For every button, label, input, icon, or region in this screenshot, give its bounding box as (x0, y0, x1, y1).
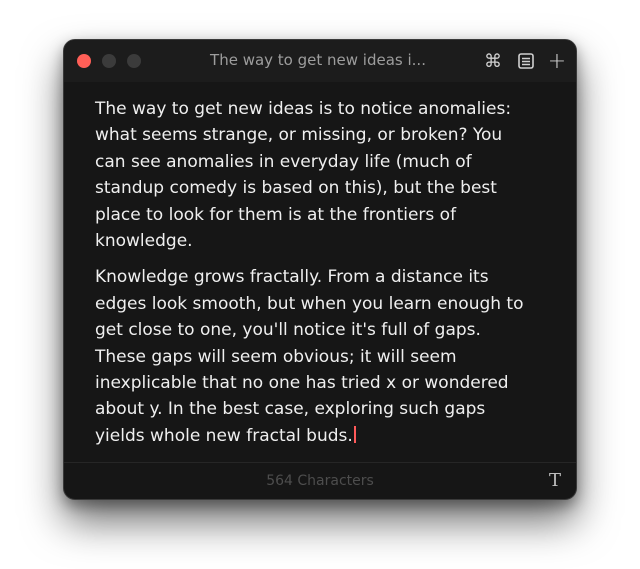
document-list-icon (518, 53, 534, 69)
text-cursor (353, 425, 356, 443)
status-bar: 564 Characters T (64, 462, 576, 499)
paragraph: Knowledge grows fractally. From a distan… (95, 264, 535, 449)
command-icon[interactable]: ⌘ (482, 50, 504, 72)
paragraph: The way to get new ideas is to notice an… (95, 99, 512, 252)
close-window-button[interactable] (77, 54, 91, 68)
minimize-window-button[interactable] (102, 54, 116, 68)
plus-icon[interactable]: + (546, 49, 568, 74)
app-window: The way to get new ideas i... ⌘ + The wa… (63, 39, 577, 500)
editor-text-area[interactable]: The way to get new ideas is to notice an… (95, 96, 535, 459)
title-bar: The way to get new ideas i... ⌘ + (64, 40, 576, 82)
character-count: 564 Characters (266, 473, 374, 489)
window-title: The way to get new ideas i... (210, 51, 426, 69)
document-icon[interactable] (515, 50, 537, 72)
maximize-window-button[interactable] (127, 54, 141, 68)
font-settings-button[interactable]: T (549, 470, 561, 491)
paragraph-text: Knowledge grows fractally. From a distan… (95, 267, 524, 446)
